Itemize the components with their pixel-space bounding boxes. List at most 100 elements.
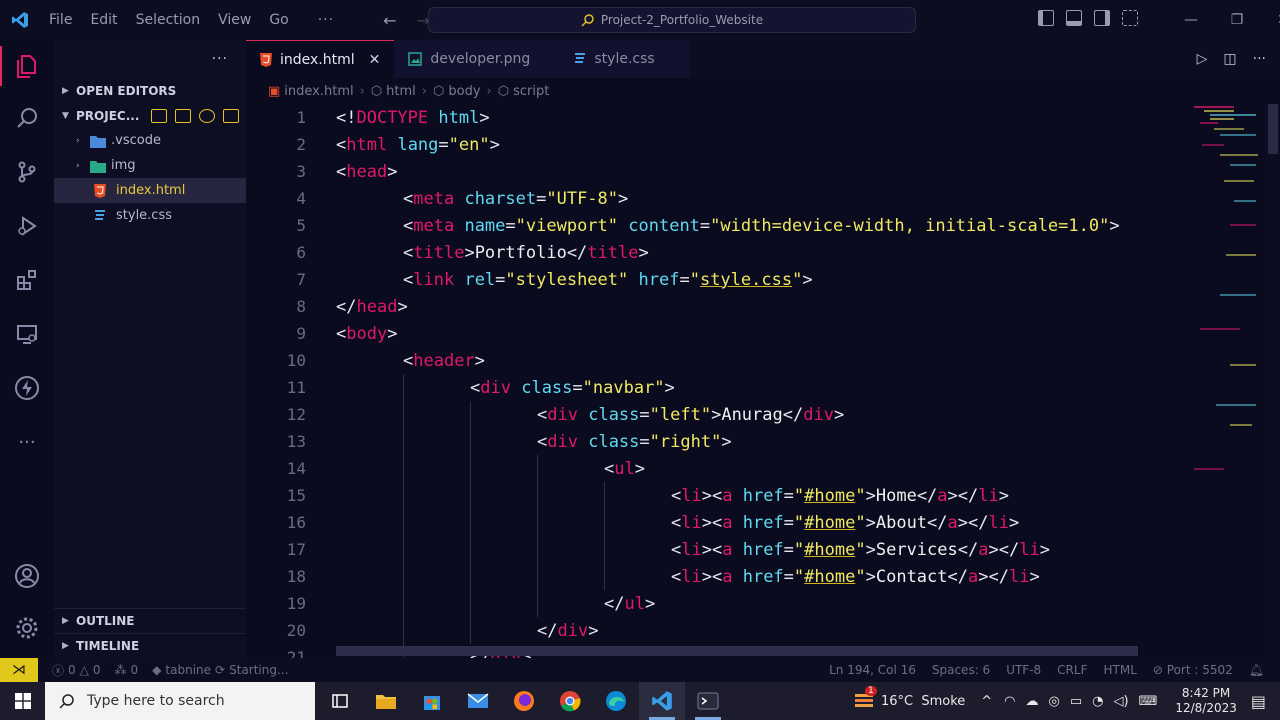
search-icon[interactable]	[11, 102, 43, 134]
volume-icon[interactable]: ◁)	[1114, 694, 1129, 709]
problems-indicator[interactable]: ⓧ 0 △ 0	[52, 662, 101, 679]
end-of-line[interactable]: CRLF	[1057, 663, 1087, 677]
vertical-scroll-thumb[interactable]	[1268, 104, 1278, 154]
minimap[interactable]	[1190, 104, 1266, 658]
ports-indicator[interactable]: ⁂ 0	[115, 663, 139, 677]
run-debug-icon[interactable]	[11, 210, 43, 242]
code-line[interactable]: 18 <li><a href="#home">Contact</a></li>	[246, 563, 1186, 590]
back-arrow-icon[interactable]: ←	[383, 11, 396, 30]
restore-icon[interactable]: ❐	[1214, 12, 1260, 28]
notification-center-icon[interactable]: ▤	[1251, 692, 1266, 711]
keyboard-icon[interactable]: ⌨	[1139, 694, 1158, 709]
tree-item-img[interactable]: › img	[54, 153, 246, 178]
code-line[interactable]: 15 <li><a href="#home">Home</a></li>	[246, 482, 1186, 509]
timeline-section[interactable]: ▶ TIMELINE	[54, 633, 246, 658]
task-view-icon[interactable]	[317, 682, 363, 720]
chevron-up-icon[interactable]: ^	[981, 694, 992, 709]
breadcrumb-item[interactable]: body	[448, 84, 480, 99]
code-line[interactable]: 1 <!DOCTYPE html>	[246, 104, 1186, 131]
tabnine-indicator[interactable]: ◆ tabnine ⟳ Starting...	[152, 663, 288, 677]
network-icon[interactable]: ◠	[1004, 694, 1015, 709]
code-line[interactable]: 4 <meta charset="UTF-8">	[246, 185, 1186, 212]
firefox-icon[interactable]	[501, 682, 547, 720]
command-center[interactable]: Project-2_Portfolio_Website	[428, 7, 916, 33]
new-file-icon[interactable]	[151, 108, 168, 123]
indentation[interactable]: Spaces: 6	[932, 663, 990, 677]
code-line[interactable]: 5 <meta name="viewport" content="width=de…	[246, 212, 1186, 239]
toggle-sidebar-icon[interactable]	[1038, 10, 1054, 26]
menu-edit[interactable]: Edit	[81, 12, 126, 28]
tree-item-style-css[interactable]: style.css	[54, 203, 246, 228]
tree-item-vscode[interactable]: › .vscode	[54, 128, 246, 153]
menu-file[interactable]: File	[40, 12, 81, 28]
account-icon[interactable]	[11, 560, 43, 592]
menu-more[interactable]: ···	[298, 12, 343, 28]
code-line[interactable]: 12 <div class="left">Anurag</div>	[246, 401, 1186, 428]
terminal-icon[interactable]	[685, 682, 731, 720]
close-icon[interactable]: ✕	[369, 52, 381, 68]
code-line[interactable]: 19 </ul>	[246, 590, 1186, 617]
toggle-secondary-sidebar-icon[interactable]	[1094, 10, 1110, 26]
weather-icon[interactable]: 1	[853, 686, 877, 712]
weather-label[interactable]: 16°C Smoke	[881, 694, 965, 709]
open-editors-section[interactable]: ▶ OPEN EDITORS	[54, 78, 246, 103]
remote-indicator-icon[interactable]: ⋊	[0, 658, 38, 682]
windows-start-icon[interactable]	[0, 682, 45, 720]
code-line[interactable]: 11 <div class="navbar">	[246, 374, 1186, 401]
clock[interactable]: 8:42 PM 12/8/2023	[1175, 686, 1237, 716]
code-line[interactable]: 17 <li><a href="#home">Services</a></li>	[246, 536, 1186, 563]
code-line[interactable]: 3 <head>	[246, 158, 1186, 185]
collapse-all-icon[interactable]	[223, 108, 240, 123]
cloud-icon[interactable]: ☁	[1026, 694, 1039, 709]
thunder-client-icon[interactable]	[11, 372, 43, 404]
code-line[interactable]: 8 </head>	[246, 293, 1186, 320]
tab-index-html[interactable]: index.html ✕	[246, 40, 395, 78]
tab-developer-png[interactable]: developer.png	[394, 40, 553, 78]
code-line[interactable]: 16 <li><a href="#home">About</a></li>	[246, 509, 1186, 536]
code-line[interactable]: 13 <div class="right">	[246, 428, 1186, 455]
split-editor-icon[interactable]: ◫	[1223, 51, 1236, 67]
project-section[interactable]: ▼ PROJEC...	[54, 103, 246, 128]
vertical-scrollbar[interactable]	[1266, 104, 1280, 658]
chrome-icon[interactable]	[547, 682, 593, 720]
language-mode[interactable]: HTML	[1103, 663, 1136, 677]
vscode-taskbar-icon[interactable]	[639, 682, 685, 720]
code-editor[interactable]: 1 <!DOCTYPE html> 2 <html lang="en"> 3 <head>…	[246, 104, 1186, 658]
source-control-icon[interactable]	[11, 156, 43, 188]
more-actions-icon[interactable]: ···	[1253, 51, 1266, 67]
run-icon[interactable]: ▷	[1197, 51, 1208, 67]
battery-icon[interactable]: ▭	[1070, 694, 1082, 709]
new-folder-icon[interactable]	[175, 108, 192, 123]
outline-section[interactable]: ▶ OUTLINE	[54, 608, 246, 633]
menu-selection[interactable]: Selection	[127, 12, 210, 28]
tree-item-index-html[interactable]: index.html	[54, 178, 246, 203]
menu-go[interactable]: Go	[260, 12, 297, 28]
file-explorer-icon[interactable]	[363, 682, 409, 720]
minimize-icon[interactable]: —	[1168, 12, 1214, 28]
microsoft-store-icon[interactable]	[409, 682, 455, 720]
wifi-icon[interactable]: ◔	[1092, 694, 1103, 709]
cursor-position[interactable]: Ln 194, Col 16	[829, 663, 916, 677]
horizontal-scrollbar[interactable]	[336, 646, 1138, 656]
code-line[interactable]: 2 <html lang="en">	[246, 131, 1186, 158]
toggle-panel-icon[interactable]	[1066, 10, 1082, 26]
mail-icon[interactable]	[455, 682, 501, 720]
encoding[interactable]: UTF-8	[1006, 663, 1041, 677]
edge-icon[interactable]	[593, 682, 639, 720]
code-line[interactable]: 7 <link rel="stylesheet" href="style.css"…	[246, 266, 1186, 293]
close-window-icon[interactable]: ✕	[1260, 12, 1280, 28]
notifications-icon[interactable]: 🔔︎	[1249, 663, 1264, 677]
settings-gear-icon[interactable]	[11, 612, 43, 644]
explorer-icon[interactable]	[11, 50, 43, 82]
webcam-icon[interactable]: ◎	[1049, 694, 1060, 709]
live-server-port[interactable]: ⊘ Port : 5502	[1153, 663, 1233, 677]
menu-view[interactable]: View	[209, 12, 260, 28]
taskbar-search[interactable]: Type here to search	[45, 682, 315, 720]
breadcrumb-item[interactable]: index.html	[284, 84, 353, 99]
code-line[interactable]: 9 <body>	[246, 320, 1186, 347]
more-views-icon[interactable]: ···	[11, 426, 43, 458]
customize-layout-icon[interactable]	[1122, 10, 1138, 26]
breadcrumb-item[interactable]: html	[386, 84, 416, 99]
sidebar-more-actions[interactable]: ···	[54, 40, 246, 78]
code-line[interactable]: 20 </div>	[246, 617, 1186, 644]
